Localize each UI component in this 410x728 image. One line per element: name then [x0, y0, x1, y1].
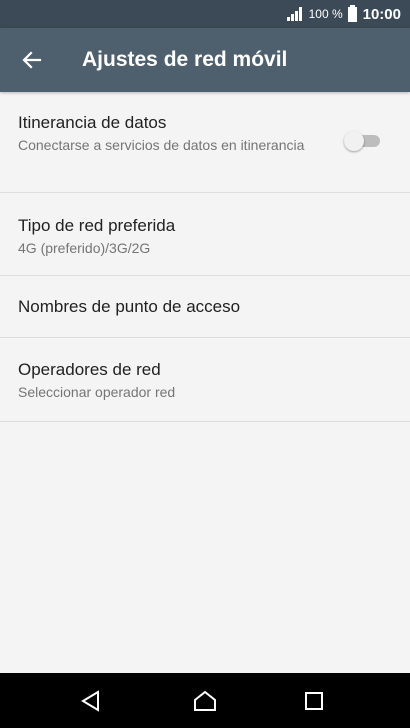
status-icons: 100 % 10:00	[286, 0, 401, 28]
clock: 10:00	[362, 5, 401, 23]
item-subtitle: Seleccionar operador red	[18, 384, 176, 400]
status-bar: 100 % 10:00	[0, 0, 410, 28]
arrow-back-icon	[22, 51, 42, 69]
item-title: Nombres de punto de acceso	[18, 297, 241, 316]
nav-recents-button[interactable]	[292, 679, 336, 723]
signal-icon	[286, 7, 302, 21]
navigation-bar	[0, 673, 410, 728]
nav-back-button[interactable]	[69, 679, 113, 723]
nav-back-icon	[81, 690, 99, 712]
app-bar: Ajustes de red móvil	[0, 28, 410, 92]
item-subtitle: Conectarse a servicios de datos en itine…	[18, 137, 305, 153]
settings-list: Itinerancia de datos Conectarse a servic…	[0, 92, 410, 422]
item-title: Itinerancia de datos	[18, 113, 167, 132]
nav-home-button[interactable]	[183, 679, 227, 723]
battery-icon	[347, 4, 357, 22]
item-subtitle: 4G (preferido)/3G/2G	[18, 240, 151, 256]
list-item-preferred-network[interactable]: Tipo de red preferida 4G (preferido)/3G/…	[0, 193, 410, 276]
list-item-access-point-names[interactable]: Nombres de punto de acceso	[0, 276, 410, 338]
list-item-data-roaming[interactable]: Itinerancia de datos Conectarse a servic…	[0, 92, 410, 193]
battery-percent: 100 %	[308, 7, 343, 21]
data-roaming-toggle[interactable]	[344, 131, 380, 151]
page-title: Ajustes de red móvil	[82, 48, 288, 71]
item-title: Tipo de red preferida	[18, 216, 176, 235]
list-item-network-operators[interactable]: Operadores de red Seleccionar operador r…	[0, 338, 410, 422]
item-title: Operadores de red	[18, 360, 161, 379]
nav-recents-icon	[305, 692, 323, 710]
toggle-thumb	[344, 131, 364, 151]
nav-home-icon	[194, 690, 216, 711]
back-button[interactable]	[12, 40, 52, 80]
